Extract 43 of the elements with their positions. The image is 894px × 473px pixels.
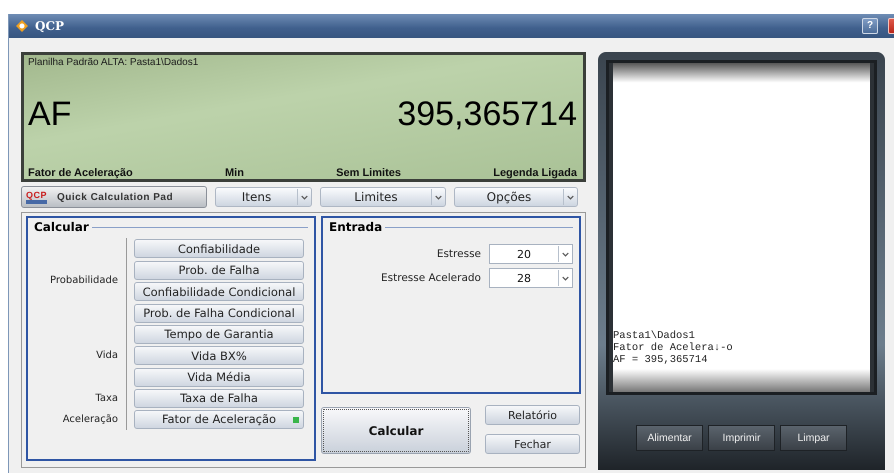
display-status: Fator de Aceleração <box>28 167 133 179</box>
menu-dropdown[interactable]: Itens <box>215 187 312 207</box>
action-button[interactable]: Fechar <box>485 434 580 454</box>
window-title: QCP <box>35 19 66 33</box>
calculation-button[interactable]: Tempo de Garantia <box>134 324 304 344</box>
value-dropdown[interactable]: 20 <box>489 244 573 264</box>
calculation-button[interactable]: Fator de Aceleração <box>134 410 304 428</box>
menu-dropdown[interactable]: Opções <box>454 187 578 207</box>
category-label: Aceleração <box>62 414 119 424</box>
app-icon <box>15 19 29 33</box>
calculation-button[interactable]: Vida BX% <box>134 346 304 365</box>
category-label: Probabilidade <box>49 275 119 286</box>
calculation-button[interactable]: Vida Média <box>134 368 304 386</box>
calculate-button[interactable]: Calcular <box>321 407 471 454</box>
calculation-button[interactable]: Confiabilidade <box>134 239 304 258</box>
calculation-button[interactable]: Confiabilidade Condicional <box>134 282 304 301</box>
display-value: 395,365714 <box>397 95 577 134</box>
category-label: Taxa <box>94 392 119 404</box>
printout-line: AF = 395,365714 <box>613 354 709 366</box>
category-label: Vida <box>95 350 119 361</box>
calculation-button[interactable]: Prob. de Falha <box>134 260 304 280</box>
printout-line: Fator de Acelera↓-o <box>613 342 734 354</box>
quick-calculation-pad-button[interactable]: QCP Quick Calculation Pad <box>21 186 207 208</box>
field-label: Estresse <box>436 248 481 260</box>
display-caption: Planilha Padrão ALTA: Pasta1\Dados1 <box>28 57 200 68</box>
display-status: Legenda Ligada <box>493 167 577 179</box>
group-title: Entrada <box>329 220 382 234</box>
menu-dropdown[interactable]: Limites <box>320 187 446 207</box>
calculation-button[interactable]: Prob. de Falha Condicional <box>134 304 304 322</box>
printer-button[interactable]: Alimentar <box>636 425 703 451</box>
close-icon[interactable] <box>888 18 894 34</box>
display-status: Sem Limites <box>336 167 401 179</box>
value-dropdown[interactable]: 28 <box>489 268 573 288</box>
group-title: Calcular <box>34 220 89 234</box>
printer-button[interactable]: Limpar <box>780 425 847 451</box>
field-label: Estresse Acelerado <box>381 272 481 284</box>
action-button[interactable]: Relatório <box>485 405 580 425</box>
display-symbol: AF <box>28 95 72 134</box>
calculation-button[interactable]: Taxa de Falha <box>134 388 304 408</box>
printout-line: Pasta1\Dados1 <box>613 330 696 342</box>
display-status: Min <box>224 167 244 179</box>
printer-button[interactable]: Imprimir <box>708 425 775 451</box>
selected-indicator <box>293 416 299 422</box>
